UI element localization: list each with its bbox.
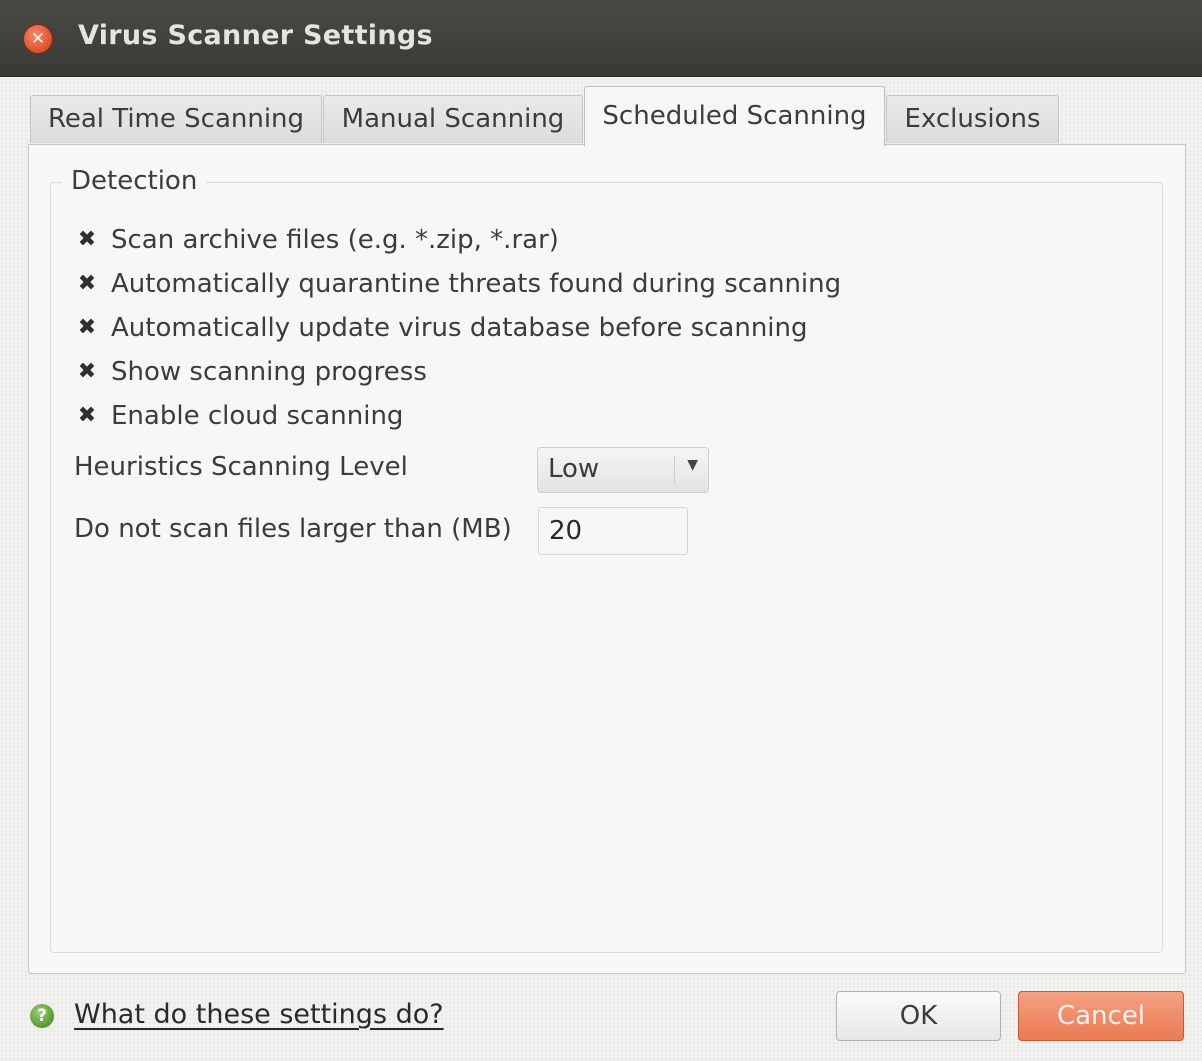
- checkbox-checked-icon[interactable]: ✖: [74, 227, 100, 253]
- option-label: Automatically quarantine threats found d…: [111, 269, 842, 299]
- heuristics-level-dropdown[interactable]: Low ▼: [537, 447, 709, 493]
- option-scan-archives[interactable]: ✖ Scan archive files (e.g. *.zip, *.rar): [74, 220, 559, 260]
- checkbox-checked-icon[interactable]: ✖: [74, 315, 100, 341]
- help-icon: ?: [30, 1004, 54, 1028]
- checkbox-checked-icon[interactable]: ✖: [74, 403, 100, 429]
- help-link[interactable]: What do these settings do?: [74, 999, 444, 1030]
- option-label: Scan archive files (e.g. *.zip, *.rar): [111, 225, 559, 255]
- ok-button[interactable]: OK: [836, 991, 1001, 1041]
- max-file-size-input[interactable]: [538, 507, 688, 555]
- option-cloud-scanning[interactable]: ✖ Enable cloud scanning: [74, 396, 404, 436]
- tab-exclusions[interactable]: Exclusions: [886, 95, 1059, 143]
- tab-real-time-scanning[interactable]: Real Time Scanning: [30, 95, 322, 143]
- option-label: Show scanning progress: [111, 357, 427, 387]
- dropdown-separator: [674, 456, 675, 484]
- option-label: Enable cloud scanning: [111, 401, 404, 431]
- option-label: Automatically update virus database befo…: [111, 313, 808, 343]
- close-icon[interactable]: ✕: [24, 25, 52, 53]
- detection-frame-label: Detection: [62, 166, 207, 196]
- heuristics-level-value: Low: [548, 454, 600, 484]
- option-auto-update-db[interactable]: ✖ Automatically update virus database be…: [74, 308, 808, 348]
- option-auto-quarantine[interactable]: ✖ Automatically quarantine threats found…: [74, 264, 841, 304]
- option-show-progress[interactable]: ✖ Show scanning progress: [74, 352, 427, 392]
- tab-manual-scanning[interactable]: Manual Scanning: [323, 95, 583, 143]
- cancel-button[interactable]: Cancel: [1018, 991, 1184, 1041]
- checkbox-checked-icon[interactable]: ✖: [74, 271, 100, 297]
- window-title: Virus Scanner Settings: [78, 20, 433, 51]
- heuristics-level-label: Heuristics Scanning Level: [74, 452, 408, 482]
- chevron-down-icon: ▼: [687, 457, 698, 473]
- tab-scheduled-scanning[interactable]: Scheduled Scanning: [584, 86, 885, 146]
- checkbox-checked-icon[interactable]: ✖: [74, 359, 100, 385]
- title-bar: ✕ Virus Scanner Settings: [0, 0, 1202, 77]
- max-file-size-label: Do not scan files larger than (MB): [74, 514, 512, 544]
